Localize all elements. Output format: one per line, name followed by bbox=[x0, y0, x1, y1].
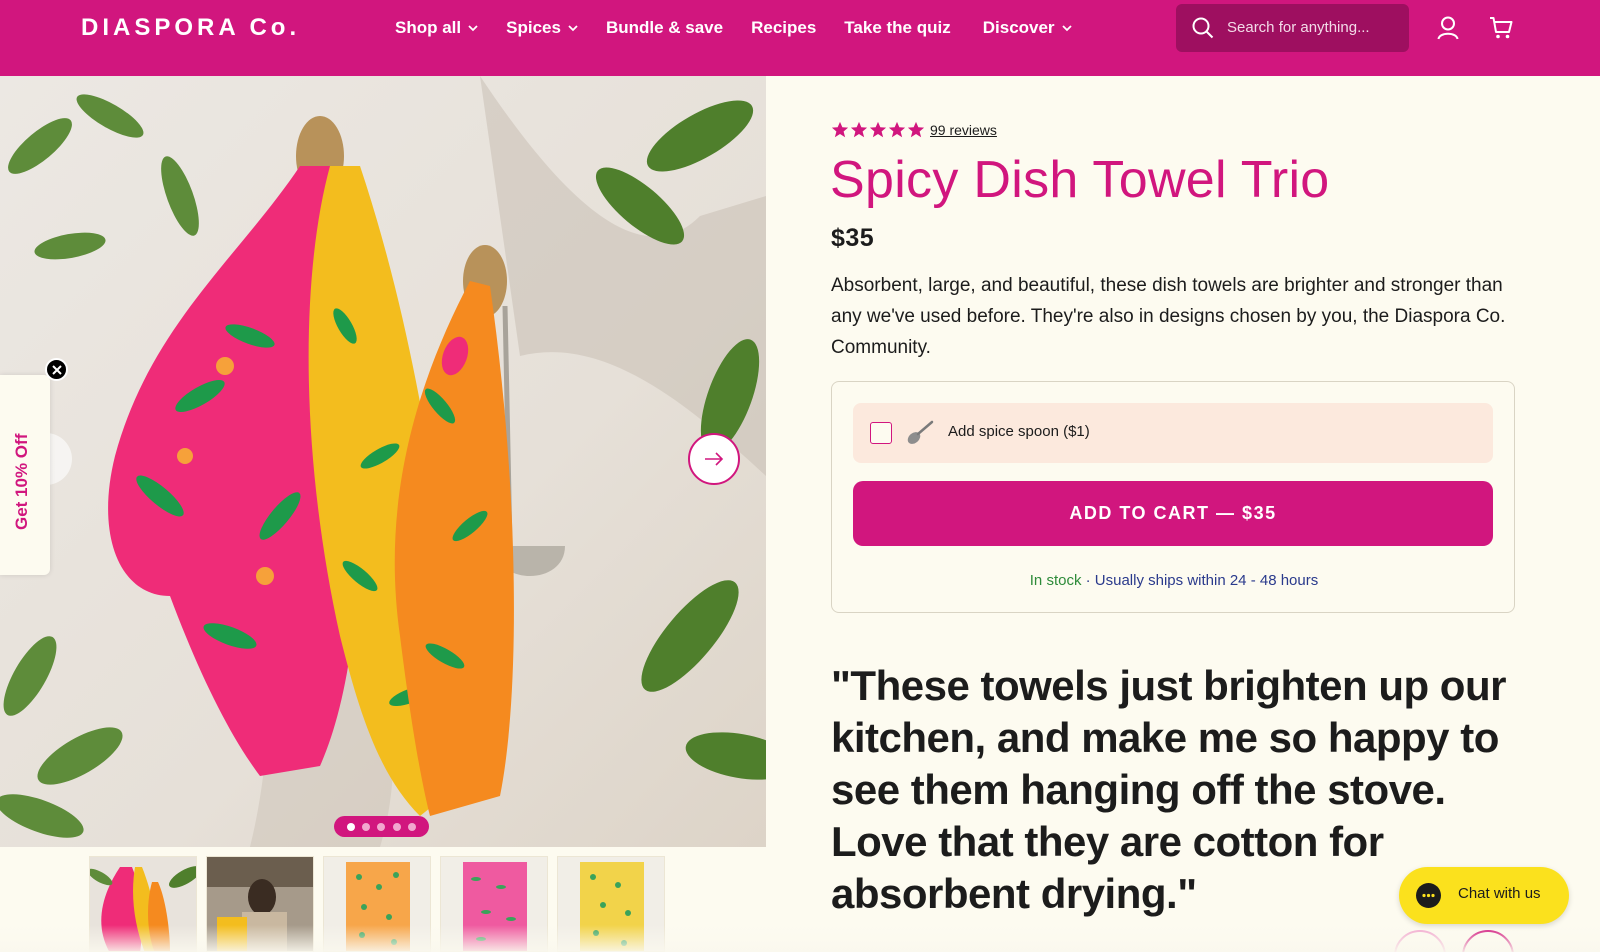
thumbnail-5[interactable] bbox=[557, 856, 665, 952]
nav-recipes[interactable]: Recipes bbox=[751, 16, 816, 40]
gallery-dot[interactable] bbox=[377, 822, 386, 831]
nav-label: Shop all bbox=[395, 18, 462, 37]
nav-label: Take the quiz bbox=[844, 18, 951, 37]
gallery-dot[interactable] bbox=[362, 822, 371, 831]
quote-prev-button[interactable] bbox=[1394, 930, 1446, 952]
arrow-right-icon bbox=[705, 452, 724, 466]
nav-take-the-quiz[interactable]: Take the quiz bbox=[844, 16, 950, 40]
reviews-link[interactable]: 99 reviews bbox=[930, 122, 997, 138]
search-input[interactable] bbox=[1227, 16, 1397, 38]
star-icon bbox=[850, 121, 868, 138]
star-icon bbox=[869, 121, 887, 138]
discount-label: Get 10% Off bbox=[12, 433, 31, 530]
chat-button[interactable]: Chat with us bbox=[1399, 867, 1569, 924]
chat-label: Chat with us bbox=[1458, 885, 1541, 902]
product-title: Spicy Dish Towel Trio bbox=[830, 151, 1330, 209]
account-icon[interactable] bbox=[1437, 16, 1459, 40]
thumbnail-image bbox=[558, 857, 664, 951]
thumbnail-4[interactable] bbox=[440, 856, 548, 952]
discount-tab[interactable]: Get 10% Off bbox=[0, 375, 50, 575]
main-nav: Shop all Spices Bundle & save Recipes Ta… bbox=[395, 16, 1100, 40]
thumbnail-3[interactable] bbox=[323, 856, 431, 952]
nav-label: Bundle & save bbox=[605, 18, 724, 37]
star-icon bbox=[907, 121, 925, 138]
nav-label: Discover bbox=[982, 18, 1055, 37]
shipping-note: · Usually ships within 24 - 48 hours bbox=[1085, 572, 1319, 589]
purchase-box: Add spice spoon ($1) ADD TO CART — $35 I… bbox=[831, 381, 1515, 613]
addon-label: Add spice spoon ($1) bbox=[948, 423, 1090, 440]
spoon-icon bbox=[907, 420, 934, 444]
thumbnail-2[interactable] bbox=[206, 856, 314, 952]
product-photo bbox=[0, 76, 766, 847]
gallery-dot[interactable] bbox=[392, 822, 401, 831]
chat-icon bbox=[1416, 883, 1441, 908]
thumbnail-image bbox=[441, 857, 547, 951]
star-icon bbox=[888, 121, 906, 138]
nav-label: Spices bbox=[506, 18, 561, 37]
stock-info: In stock · Usually ships within 24 - 48 … bbox=[832, 572, 1516, 589]
nav-bundle-save[interactable]: Bundle & save bbox=[606, 16, 723, 40]
product-description: Absorbent, large, and beautiful, these d… bbox=[831, 275, 1506, 358]
close-icon bbox=[51, 364, 62, 375]
search-icon bbox=[1192, 17, 1214, 39]
chevron-down-icon bbox=[1061, 25, 1072, 32]
site-header: DIASPORA Co. Shop all Spices Bundle & sa… bbox=[0, 0, 1600, 76]
gallery-dot[interactable] bbox=[347, 822, 356, 831]
nav-label: Recipes bbox=[751, 18, 817, 37]
discount-close-button[interactable] bbox=[45, 358, 68, 381]
nav-discover[interactable]: Discover bbox=[983, 16, 1072, 40]
thumbnail-image bbox=[324, 857, 430, 951]
thumbnail-image bbox=[90, 857, 196, 951]
stock-status: In stock bbox=[1029, 572, 1082, 589]
gallery-dots bbox=[334, 816, 429, 837]
gallery-next-button[interactable] bbox=[688, 433, 740, 485]
nav-shop-all[interactable]: Shop all bbox=[395, 16, 478, 40]
addon-option[interactable]: Add spice spoon ($1) bbox=[853, 403, 1493, 463]
product-rating: 99 reviews bbox=[831, 121, 997, 139]
quote-next-button[interactable] bbox=[1462, 930, 1514, 952]
thumbnail-image bbox=[207, 857, 313, 951]
search-box[interactable] bbox=[1176, 4, 1409, 52]
product-gallery bbox=[0, 76, 766, 847]
addon-checkbox[interactable] bbox=[870, 422, 892, 444]
thumbnail-1[interactable] bbox=[89, 856, 197, 952]
chevron-down-icon bbox=[568, 25, 578, 32]
star-icon bbox=[831, 121, 849, 138]
rating-stars bbox=[831, 121, 925, 139]
cart-icon[interactable] bbox=[1489, 16, 1513, 40]
add-to-cart-button[interactable]: ADD TO CART — $35 bbox=[853, 481, 1493, 546]
product-price: $35 bbox=[831, 224, 875, 252]
nav-spices[interactable]: Spices bbox=[506, 16, 578, 40]
chevron-down-icon bbox=[468, 25, 478, 32]
logo[interactable]: DIASPORA Co. bbox=[81, 14, 300, 42]
gallery-dot[interactable] bbox=[407, 822, 416, 831]
thumbnail-strip bbox=[0, 847, 766, 952]
